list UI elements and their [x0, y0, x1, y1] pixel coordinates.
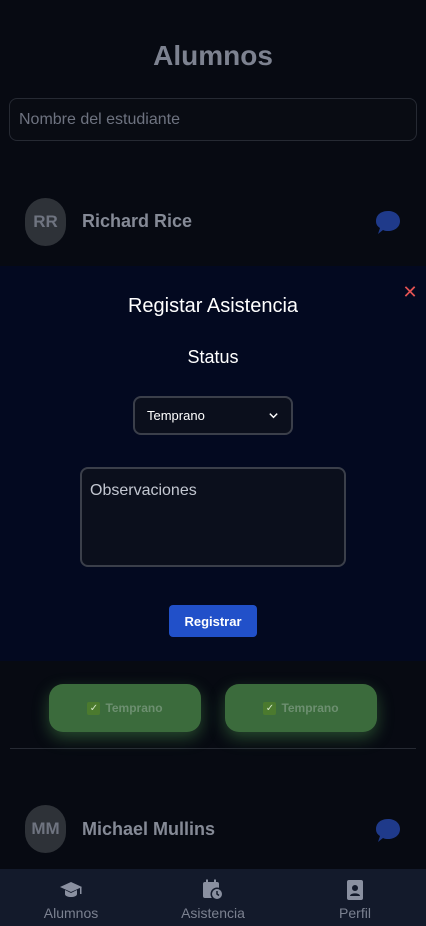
- status-label: Status: [187, 347, 239, 367]
- calendar-clock-icon: [203, 879, 224, 901]
- tab-label: Perfil: [339, 905, 371, 921]
- observations-field[interactable]: [80, 467, 346, 567]
- register-attendance-modal: ✕ Registar Asistencia Status Temprano Re…: [0, 266, 426, 661]
- student-name: Michael Mullins: [82, 819, 216, 839]
- tab-asistencia[interactable]: Asistencia: [142, 869, 284, 926]
- chat-icon[interactable]: [374, 208, 402, 236]
- status-select[interactable]: Temprano: [133, 396, 293, 435]
- attendance-screen: Alumnos RR Richard Rice ✓ Temprano ✓ Tem…: [0, 0, 426, 926]
- student-name: Richard Rice: [82, 211, 193, 231]
- tab-alumnos[interactable]: Alumnos: [0, 869, 142, 926]
- chevron-down-icon: [269, 413, 278, 419]
- page-title: Alumnos: [153, 40, 273, 71]
- status-badge[interactable]: ✓ Temprano: [225, 684, 377, 732]
- chat-icon[interactable]: [374, 816, 402, 844]
- attendance-status-row: ✓ Temprano ✓ Temprano: [10, 662, 416, 749]
- tab-perfil[interactable]: Perfil: [284, 869, 426, 926]
- status-label: Temprano: [281, 701, 339, 715]
- status-selected-value: Temprano: [147, 408, 205, 423]
- student-row[interactable]: MM Michael Mullins: [0, 805, 426, 865]
- avatar: RR: [25, 198, 66, 246]
- student-search-input[interactable]: [9, 98, 417, 141]
- check-icon: ✓: [263, 701, 277, 715]
- register-button[interactable]: Registrar: [169, 605, 257, 637]
- modal-title: Registar Asistencia: [127, 295, 299, 317]
- profile-badge-icon: [347, 880, 363, 900]
- status-label: Temprano: [105, 701, 163, 715]
- bottom-tab-bar: Alumnos Asistencia Perfil: [0, 869, 426, 926]
- check-icon: ✓: [87, 701, 101, 715]
- student-row[interactable]: RR Richard Rice: [0, 198, 426, 258]
- graduation-cap-icon: [60, 882, 82, 897]
- tab-label: Asistencia: [181, 905, 245, 921]
- tab-label: Alumnos: [43, 905, 99, 921]
- status-badge[interactable]: ✓ Temprano: [49, 684, 201, 732]
- avatar: MM: [25, 805, 66, 853]
